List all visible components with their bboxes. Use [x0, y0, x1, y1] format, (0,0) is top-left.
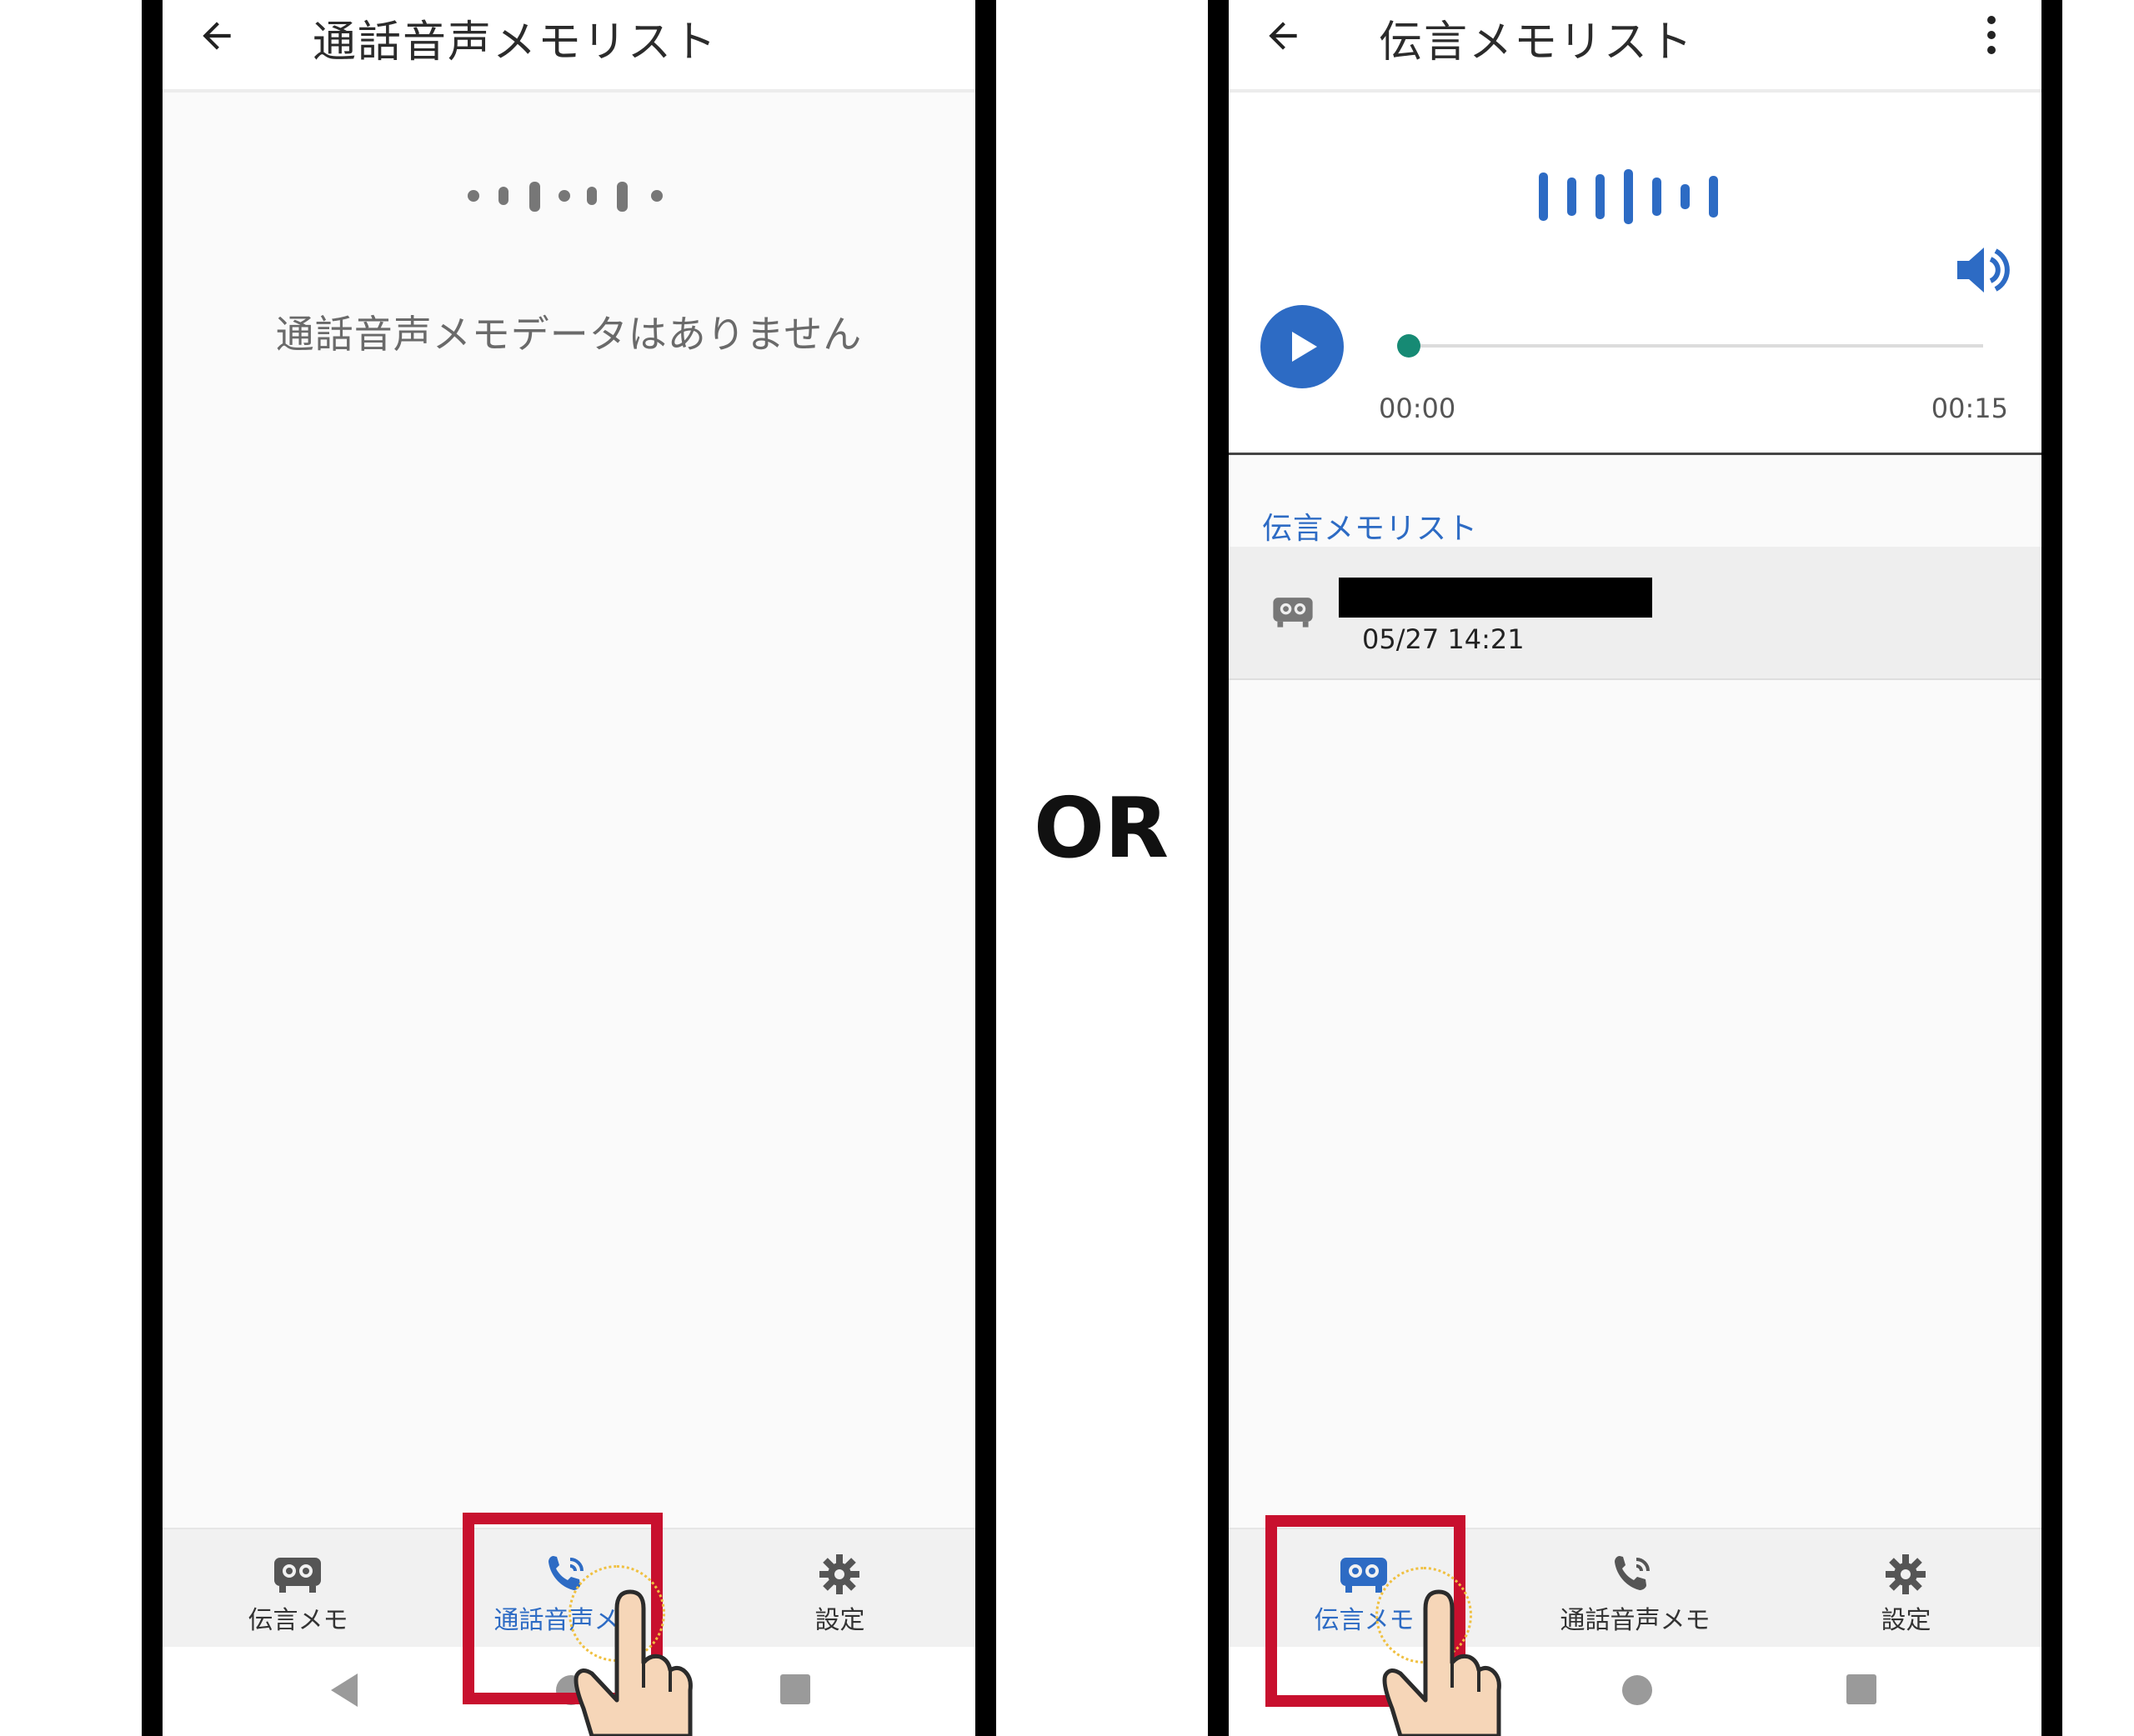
nav-tab-settings[interactable]: 設定 — [1771, 1529, 2041, 1648]
system-back-icon[interactable] — [328, 1672, 361, 1708]
phone-frame-right: 伝言メモリスト 00:00 00:15 伝言メモリスト 05/27 14:21 … — [1208, 0, 2062, 1736]
seek-thumb[interactable] — [1397, 334, 1420, 358]
nav-label-voicemail: 伝言メモ — [248, 1606, 348, 1635]
back-arrow-icon[interactable] — [196, 15, 238, 57]
seek-bar[interactable] — [1408, 344, 1983, 348]
nav-tab-call-recording[interactable]: 通話音声メモ — [1500, 1529, 1771, 1648]
back-arrow-icon[interactable] — [1262, 15, 1304, 57]
voicemail-icon — [1273, 598, 1313, 628]
app-bar: 伝言メモリスト — [1229, 0, 2041, 93]
empty-state-message: 通話音声メモデータはありません — [275, 312, 863, 357]
total-duration: 00:15 — [1931, 393, 2008, 424]
system-recents-icon[interactable] — [1846, 1673, 1877, 1705]
nav-label-settings: 設定 — [1881, 1606, 1931, 1635]
app-bar: 通話音声メモリスト — [163, 0, 975, 93]
redacted-caller-name — [1339, 578, 1652, 618]
elapsed-time: 00:00 — [1379, 393, 1456, 424]
list-section-header: 伝言メモリスト — [1262, 512, 1479, 546]
voicemail-icon — [274, 1558, 321, 1593]
waveform-icon — [1539, 169, 1718, 224]
play-icon — [1292, 332, 1317, 362]
play-button[interactable] — [1260, 305, 1344, 388]
nav-label-call-recording: 通話音声メモ — [1560, 1606, 1711, 1635]
nav-tab-settings[interactable]: 設定 — [704, 1529, 975, 1648]
pointing-hand-icon — [1382, 1589, 1501, 1736]
gear-icon — [819, 1554, 859, 1594]
phone-recording-icon — [1615, 1556, 1650, 1590]
list-item[interactable]: 05/27 14:21 — [1229, 547, 2041, 680]
memo-timestamp: 05/27 14:21 — [1362, 623, 1525, 655]
system-recents-icon[interactable] — [779, 1673, 811, 1705]
page-title: 通話音声メモリスト — [313, 18, 719, 68]
or-separator-label: OR — [1034, 779, 1170, 877]
waveform-icon — [468, 182, 663, 212]
audio-player: 00:00 00:15 — [1229, 93, 2041, 455]
nav-tab-voicemail[interactable]: 伝言メモ — [163, 1529, 433, 1648]
volume-icon[interactable] — [1954, 244, 2012, 296]
nav-label-settings: 設定 — [814, 1606, 865, 1635]
more-options-icon[interactable] — [1983, 13, 2000, 57]
call-recording-screen: 通話音声メモリスト 通話音声メモデータはありません 伝言メモ 通話音声メモ 設定 — [163, 0, 975, 1736]
gear-icon — [1886, 1554, 1926, 1594]
pointing-hand-icon — [574, 1589, 693, 1736]
voicemail-list-screen: 伝言メモリスト 00:00 00:15 伝言メモリスト 05/27 14:21 … — [1229, 0, 2041, 1736]
system-home-icon[interactable] — [1621, 1673, 1654, 1707]
page-title: 伝言メモリスト — [1379, 18, 1695, 68]
phone-frame-left: 通話音声メモリスト 通話音声メモデータはありません 伝言メモ 通話音声メモ 設定 — [142, 0, 996, 1736]
